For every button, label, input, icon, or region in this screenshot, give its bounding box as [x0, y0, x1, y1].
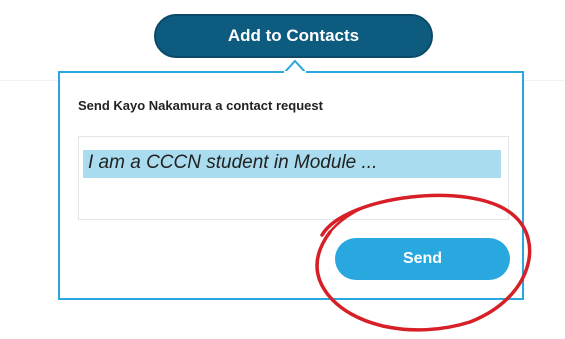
add-to-contacts-button[interactable]: Add to Contacts [154, 14, 433, 58]
contact-request-screen: Add to Contacts Send Kayo Nakamura a con… [0, 0, 565, 339]
message-text[interactable]: I am a CCCN student in Module ... [88, 152, 377, 174]
popup-pointer [284, 60, 306, 73]
send-button[interactable]: Send [335, 238, 510, 280]
request-prompt: Send Kayo Nakamura a contact request [78, 98, 323, 113]
message-textarea[interactable] [78, 136, 509, 220]
